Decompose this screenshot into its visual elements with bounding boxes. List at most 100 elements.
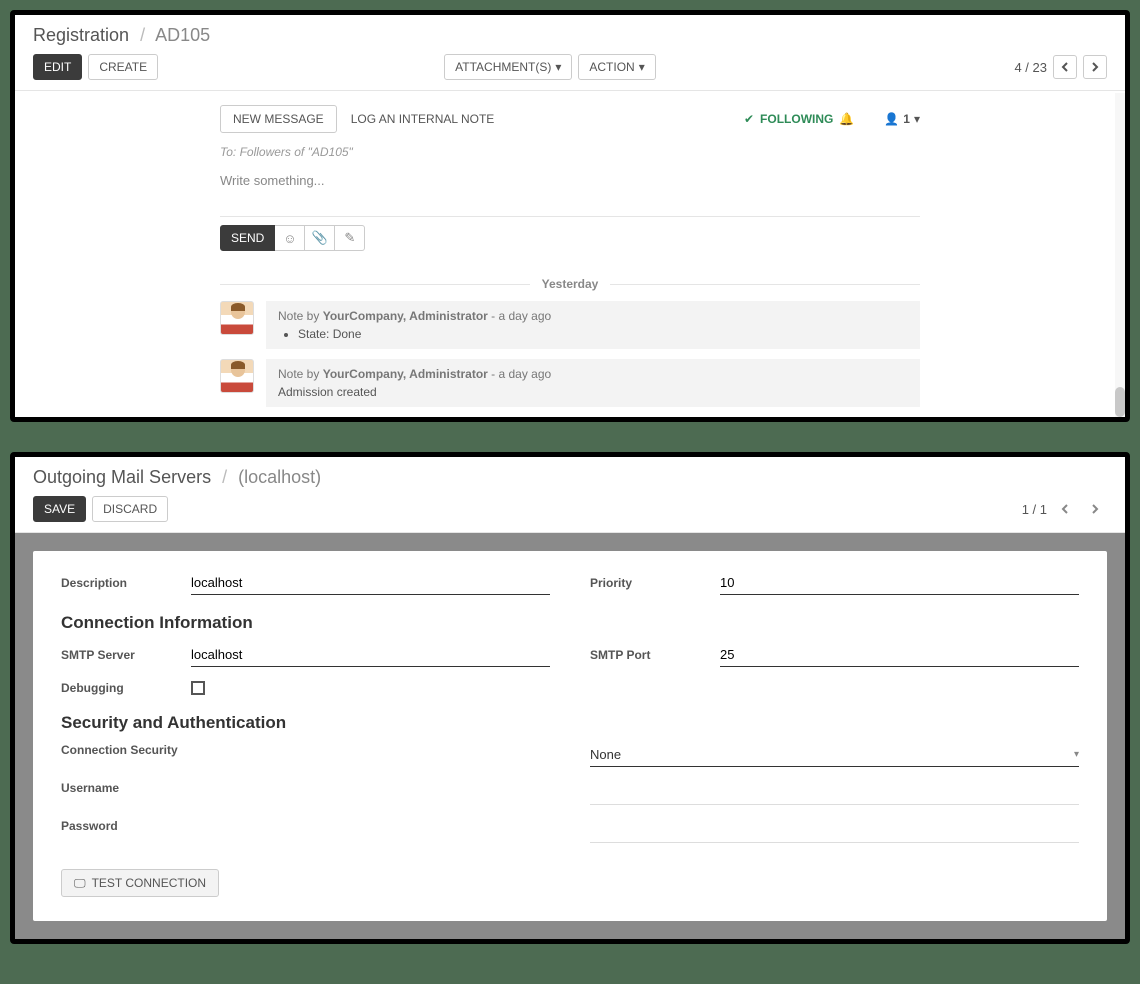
message-tabs: NEW MESSAGE LOG AN INTERNAL NOTE ✔ FOLLO… xyxy=(220,101,920,137)
following-label: FOLLOWING xyxy=(760,112,833,126)
note-header: Note by YourCompany, Administrator - a d… xyxy=(278,367,908,381)
save-button[interactable]: SAVE xyxy=(33,496,86,522)
compose-textarea[interactable]: Write something... xyxy=(220,167,920,217)
note-header: Note by YourCompany, Administrator - a d… xyxy=(278,309,908,323)
following-indicator[interactable]: ✔ FOLLOWING 🔔 xyxy=(744,112,854,126)
caret-down-icon: ▾ xyxy=(639,60,645,74)
recipients-line: To: Followers of "AD105" xyxy=(220,137,920,167)
test-connection-label: TEST CONNECTION xyxy=(92,876,206,890)
pager-prev-button[interactable] xyxy=(1053,497,1077,521)
breadcrumb-root[interactable]: Outgoing Mail Servers xyxy=(33,467,211,487)
breadcrumb-leaf: (localhost) xyxy=(238,467,321,487)
log-note-item: Note by YourCompany, Administrator - a d… xyxy=(220,301,920,349)
note-text: Admission created xyxy=(278,385,908,399)
section-connection: Connection Information xyxy=(61,613,1079,633)
breadcrumb-sep: / xyxy=(222,467,227,487)
breadcrumb-sep: / xyxy=(140,25,145,45)
debugging-checkbox[interactable] xyxy=(191,681,205,695)
scrollbar-track[interactable] xyxy=(1115,93,1125,417)
send-button[interactable]: SEND xyxy=(220,225,275,251)
conn-security-select[interactable]: None ▾ xyxy=(590,743,1079,767)
emoji-button[interactable]: ☺ xyxy=(275,225,305,251)
attachments-dropdown[interactable]: ATTACHMENT(S) ▾ xyxy=(444,54,572,80)
description-input[interactable] xyxy=(191,571,550,595)
note-time: - a day ago xyxy=(488,367,551,381)
discard-button[interactable]: DISCARD xyxy=(92,496,168,522)
chevron-left-icon xyxy=(1061,62,1069,72)
log-note-link[interactable]: LOG AN INTERNAL NOTE xyxy=(351,112,495,126)
smtp-port-input[interactable] xyxy=(720,643,1079,667)
day-separator-label: Yesterday xyxy=(530,277,611,291)
edit-icon: ✎ xyxy=(344,230,355,246)
note-bullet: State: Done xyxy=(298,327,908,341)
follower-count-dropdown[interactable]: 👤 1 ▾ xyxy=(884,112,920,126)
caret-down-icon: ▾ xyxy=(1074,749,1079,760)
user-icon: 👤 xyxy=(884,112,899,126)
note-prefix: Note by xyxy=(278,309,323,323)
note-prefix: Note by xyxy=(278,367,323,381)
smiley-icon: ☺ xyxy=(283,231,296,246)
toolbar: SAVE DISCARD 1 / 1 xyxy=(15,492,1125,533)
avatar xyxy=(220,301,254,335)
priority-input[interactable] xyxy=(720,571,1079,595)
label-smtp-port: SMTP Port xyxy=(590,648,720,662)
conn-security-value: None xyxy=(590,747,621,762)
pager-next-button[interactable] xyxy=(1083,497,1107,521)
attach-button[interactable]: 📎 xyxy=(305,225,335,251)
pager: 4 / 23 xyxy=(1014,55,1107,79)
breadcrumb-root[interactable]: Registration xyxy=(33,25,129,45)
note-time: - a day ago xyxy=(488,309,551,323)
chevron-left-icon xyxy=(1061,504,1069,514)
pager-next-button[interactable] xyxy=(1083,55,1107,79)
label-username: Username xyxy=(61,781,191,795)
toolbar: EDIT CREATE ATTACHMENT(S) ▾ ACTION ▾ 4 /… xyxy=(15,50,1125,91)
pager-text: 4 / 23 xyxy=(1014,60,1047,75)
registration-panel: Registration / AD105 EDIT CREATE ATTACHM… xyxy=(10,10,1130,422)
label-priority: Priority xyxy=(590,576,720,590)
breadcrumb: Registration / AD105 xyxy=(15,15,1125,50)
send-row: SEND ☺ 📎 ✎ xyxy=(220,217,920,259)
expand-composer-button[interactable]: ✎ xyxy=(335,225,365,251)
avatar xyxy=(220,359,254,393)
smtp-server-input[interactable] xyxy=(191,643,550,667)
message-area: NEW MESSAGE LOG AN INTERNAL NOTE ✔ FOLLO… xyxy=(15,91,1125,417)
note-author[interactable]: YourCompany, Administrator xyxy=(323,367,488,381)
caret-down-icon: ▾ xyxy=(914,112,920,126)
test-connection-button[interactable]: 🖵 TEST CONNECTION xyxy=(61,869,219,897)
breadcrumb-leaf: AD105 xyxy=(155,25,210,45)
follower-count: 1 xyxy=(903,112,910,126)
new-message-button[interactable]: NEW MESSAGE xyxy=(220,105,337,133)
monitor-icon: 🖵 xyxy=(74,876,86,891)
pager: 1 / 1 xyxy=(1022,497,1107,521)
bell-icon: 🔔 xyxy=(839,112,854,126)
label-description: Description xyxy=(61,576,191,590)
username-input[interactable] xyxy=(590,781,1079,805)
attachments-label: ATTACHMENT(S) xyxy=(455,60,551,74)
log-note-item: Note by YourCompany, Administrator - a d… xyxy=(220,359,920,407)
section-security: Security and Authentication xyxy=(61,713,1079,733)
note-author[interactable]: YourCompany, Administrator xyxy=(323,309,488,323)
form-area: Description Priority Connection Informat… xyxy=(15,533,1125,939)
paperclip-icon: 📎 xyxy=(312,230,328,246)
chevron-right-icon xyxy=(1091,62,1099,72)
action-dropdown[interactable]: ACTION ▾ xyxy=(578,54,655,80)
note-body: Note by YourCompany, Administrator - a d… xyxy=(266,359,920,407)
scrollbar-thumb[interactable] xyxy=(1115,387,1125,417)
caret-down-icon: ▾ xyxy=(555,60,561,74)
action-label: ACTION xyxy=(589,60,634,74)
mail-server-panel: Outgoing Mail Servers / (localhost) SAVE… xyxy=(10,452,1130,944)
password-input[interactable] xyxy=(590,819,1079,843)
form-card: Description Priority Connection Informat… xyxy=(33,551,1107,921)
label-smtp-server: SMTP Server xyxy=(61,648,191,662)
day-separator: Yesterday xyxy=(220,277,920,291)
pager-text: 1 / 1 xyxy=(1022,502,1047,517)
label-debugging: Debugging xyxy=(61,681,191,695)
chevron-right-icon xyxy=(1091,504,1099,514)
note-body: Note by YourCompany, Administrator - a d… xyxy=(266,301,920,349)
create-button[interactable]: CREATE xyxy=(88,54,158,80)
label-password: Password xyxy=(61,819,191,833)
label-conn-security: Connection Security xyxy=(61,743,191,757)
pager-prev-button[interactable] xyxy=(1053,55,1077,79)
edit-button[interactable]: EDIT xyxy=(33,54,82,80)
check-icon: ✔ xyxy=(744,112,754,126)
